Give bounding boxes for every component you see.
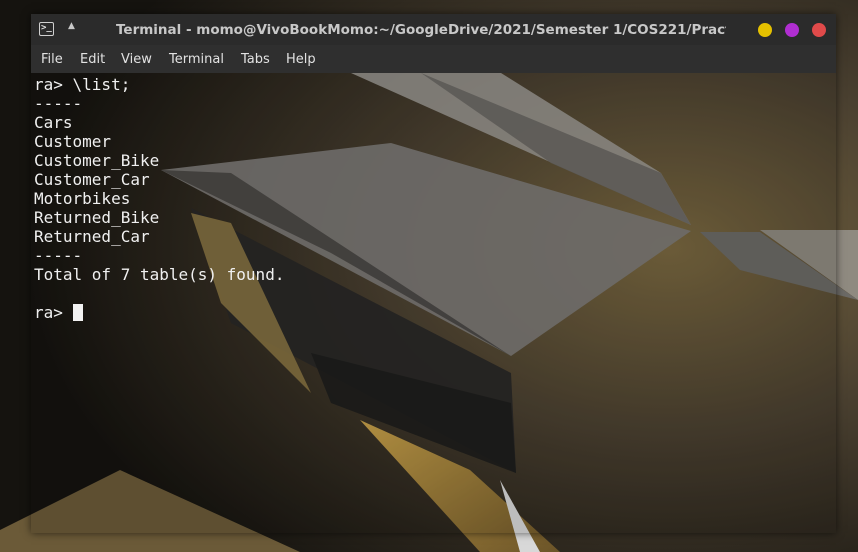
terminal-prompt: ra> (34, 303, 73, 322)
close-button[interactable] (812, 23, 826, 37)
terminal-line: ----- (34, 94, 83, 113)
text-cursor (72, 304, 83, 321)
menu-edit[interactable]: Edit (80, 52, 105, 67)
window-title: Terminal - momo@VivoBookMomo:~/GoogleDri… (116, 22, 726, 38)
menu-view[interactable]: View (121, 52, 152, 67)
minimize-button[interactable] (758, 23, 772, 37)
wallpaper-shapes (161, 73, 691, 473)
terminal-line: Returned_Bike (34, 208, 160, 227)
title-bar[interactable]: >_ ▲ Terminal - momo@VivoBookMomo:~/Goog… (31, 14, 836, 45)
terminal-line: Customer (34, 132, 112, 151)
terminal-output[interactable]: ra> \list; ----- Cars Customer Customer_… (31, 73, 836, 533)
terminal-line: ----- (34, 246, 83, 265)
terminal-window: >_ ▲ Terminal - momo@VivoBookMomo:~/Goog… (31, 14, 836, 533)
menu-file[interactable]: File (41, 52, 63, 67)
menu-tabs[interactable]: Tabs (241, 52, 270, 67)
menu-terminal[interactable]: Terminal (169, 52, 224, 67)
terminal-line: Returned_Car (34, 227, 150, 246)
terminal-line: Total of 7 table(s) found. (34, 265, 285, 284)
terminal-line: ra> \list; (34, 75, 131, 94)
terminal-prompt-line[interactable]: ra> (34, 303, 83, 322)
terminal-line: Motorbikes (34, 189, 131, 208)
terminal-app-icon[interactable]: >_ (39, 22, 54, 36)
menu-help[interactable]: Help (286, 52, 316, 67)
window-menu-arrow-icon[interactable]: ▲ (68, 21, 75, 31)
menu-bar: File Edit View Terminal Tabs Help (31, 45, 836, 73)
terminal-line: Customer_Bike (34, 151, 160, 170)
terminal-line: Customer_Car (34, 170, 150, 189)
terminal-line: Cars (34, 113, 73, 132)
maximize-button[interactable] (785, 23, 799, 37)
